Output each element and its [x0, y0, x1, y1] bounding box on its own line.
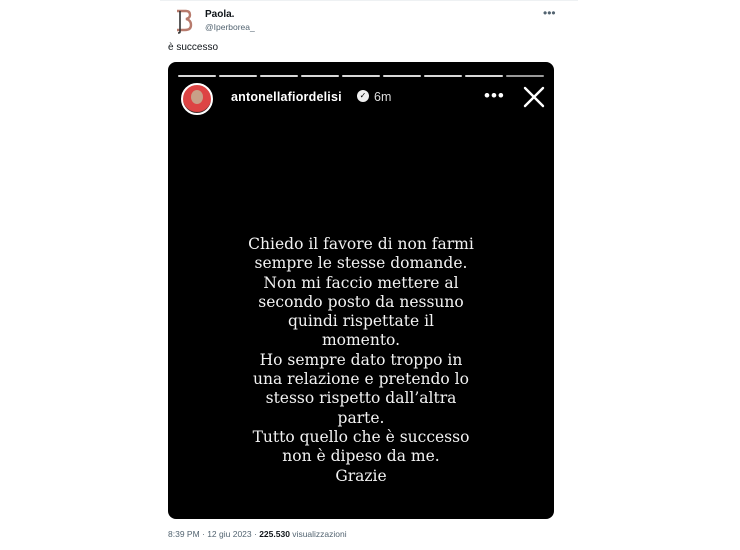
author-avatar[interactable] [173, 8, 193, 34]
tweet-meta: 8:39 PM · 12 giu 2023 · 225.530 visualiz… [168, 529, 347, 539]
story-username: antonellafiordelisi [231, 90, 342, 104]
story-close-icon [523, 86, 545, 108]
story-progress-segment [178, 75, 216, 77]
story-progress-segment [342, 75, 380, 77]
tweet-media-story-screenshot[interactable]: antonellafiordelisi ✓ 6m ••• Chiedo il f… [168, 62, 554, 519]
author-avatar-logo [177, 9, 193, 34]
views-label: visualizzazioni [289, 529, 347, 539]
story-progress-bar [178, 75, 544, 78]
story-progress-segment [465, 75, 503, 77]
author-name[interactable]: Paola. [205, 9, 234, 20]
tweet-text: è successo [168, 42, 219, 53]
story-more-icon: ••• [484, 86, 505, 105]
story-progress-segment [260, 75, 298, 77]
story-progress-segment [506, 75, 544, 77]
author-handle[interactable]: @Iperborea_ [205, 22, 255, 32]
tweet-timestamp[interactable]: 8:39 PM · 12 giu 2023 · [168, 529, 259, 539]
story-progress-segment [301, 75, 339, 77]
story-progress-segment [424, 75, 462, 77]
top-divider [160, 0, 578, 4]
story-time: 6m [374, 90, 392, 104]
verified-badge-icon: ✓ [357, 90, 369, 102]
more-options-icon[interactable]: ••• [543, 7, 556, 19]
views-count: 225.530 [259, 529, 290, 539]
story-avatar [181, 83, 213, 115]
story-text: Chiedo il favore di non farmi sempre le … [248, 235, 474, 485]
story-progress-segment [383, 75, 421, 77]
story-progress-segment [219, 75, 257, 77]
